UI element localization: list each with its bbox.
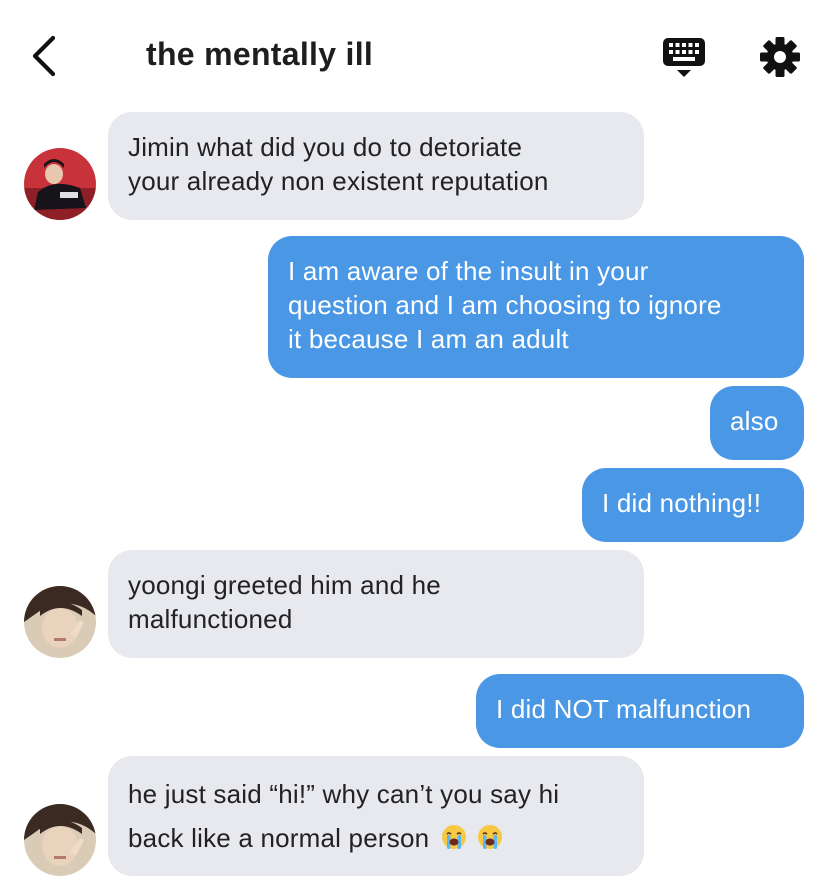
message-text: also <box>730 406 779 436</box>
message-text: malfunctioned <box>128 604 293 634</box>
message-text: he just said “hi!” why can’t you say hi <box>128 779 560 809</box>
avatar[interactable] <box>24 586 96 658</box>
message-bubble-outgoing: I am aware of the insult in your questio… <box>268 236 804 378</box>
gear-icon <box>760 37 800 77</box>
message-text: back like a normal person <box>128 823 430 853</box>
loudly-crying-face-icon <box>442 825 467 849</box>
keyboard-icon <box>663 38 705 77</box>
message-bubble-incoming: Jimin what did you do to detoriate your … <box>108 112 644 220</box>
chat-title: the mentally ill <box>146 36 374 72</box>
message-text: your already non existent reputation <box>128 166 549 196</box>
message-text: Jimin what did you do to detoriate <box>128 132 523 162</box>
loudly-crying-face-icon <box>478 825 503 849</box>
message-text: I did NOT malfunction <box>496 694 752 724</box>
message-bubble-outgoing: I did NOT malfunction <box>476 674 804 748</box>
message-text: I am aware of the insult in your <box>288 256 649 286</box>
message-bubble-incoming: yoongi greeted him and he malfunctioned <box>108 550 644 658</box>
back-button[interactable] <box>22 34 66 78</box>
message-bubble-outgoing: also <box>710 386 804 460</box>
chat-screen: the mentally ill Jimin what did you do t… <box>0 0 828 882</box>
keyboard-button[interactable] <box>660 34 708 80</box>
chevron-left-icon <box>32 35 56 77</box>
message-text: question and I am choosing to ignore <box>288 290 722 320</box>
avatar[interactable] <box>24 148 96 220</box>
message-text: I did nothing!! <box>602 488 762 518</box>
settings-button[interactable] <box>757 34 803 80</box>
message-text: it because I am an adult <box>288 324 569 354</box>
chat-header: the mentally ill <box>0 0 828 112</box>
message-text-with-emoji: back like a normal person <box>128 816 624 860</box>
message-bubble-outgoing: I did nothing!! <box>582 468 804 542</box>
message-text: yoongi greeted him and he <box>128 570 441 600</box>
message-bubble-incoming: he just said “hi!” why can’t you say hi … <box>108 756 644 876</box>
avatar[interactable] <box>24 804 96 876</box>
